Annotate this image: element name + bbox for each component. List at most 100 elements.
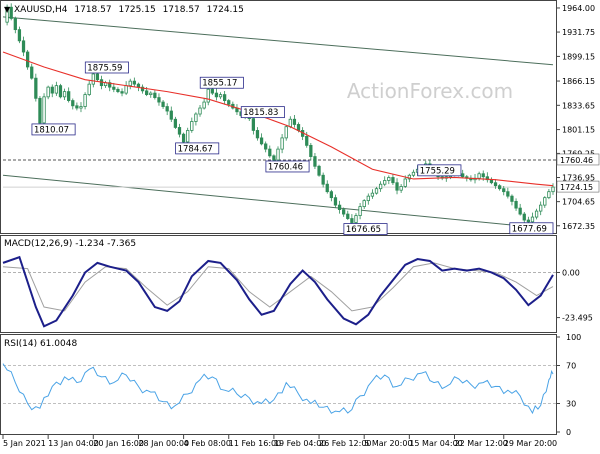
candle-body: [530, 216, 535, 223]
chart-svg: ActionForex.com 1810.07 1875.59 1784.67 185…: [0, 0, 600, 448]
candle-body: [9, 6, 13, 19]
candle-body: [264, 143, 268, 150]
candle-body: [210, 88, 214, 94]
candle-body: [79, 106, 83, 109]
candle-body: [489, 179, 494, 184]
rsi-axis-tick-label: 70: [566, 362, 576, 371]
candle-body: [539, 204, 543, 212]
level-label: 1810.07: [34, 125, 69, 135]
rsi-axis-tick-label: 100: [566, 333, 581, 342]
candle-body: [177, 127, 182, 135]
candle-body: [214, 92, 219, 98]
symbol-header: XAUUSD,H4 1718.57 1725.15 1718.57 1724.1…: [14, 5, 244, 15]
candle-body: [190, 121, 194, 131]
candle-body: [95, 73, 100, 81]
price-axis-tick-label: 1672.35: [562, 222, 595, 231]
candle-body: [87, 83, 91, 95]
candle-body: [391, 177, 395, 184]
level-label: 1760.46: [268, 162, 303, 172]
candle-body: [157, 97, 161, 103]
candle-body: [350, 218, 354, 223]
candle-body: [481, 173, 485, 178]
candle-body: [259, 137, 264, 145]
candle-body: [399, 186, 403, 191]
x-axis-tick-label: 28 Jan 00:00: [138, 439, 189, 448]
x-axis-tick-label: 22 Mar 12:00: [454, 439, 507, 448]
level-label: 1784.67: [178, 144, 213, 154]
rsi-axis-tick-label: 0: [566, 428, 571, 437]
collapse-triangle-icon[interactable]: ▼: [4, 5, 11, 14]
candle-body: [153, 92, 157, 98]
candle-body: [543, 197, 547, 206]
candle-body: [67, 91, 71, 101]
watermark: ActionForex.com: [347, 79, 513, 103]
candle-body: [218, 94, 223, 98]
candle-body: [75, 105, 79, 109]
candle-body: [354, 215, 358, 223]
candle-body: [337, 204, 342, 210]
level-label: 1755.29: [420, 166, 455, 176]
candle-body: [38, 97, 42, 124]
candle-body: [383, 180, 387, 185]
channel-lower-line: [2, 174, 554, 230]
price-axis-tick-label: 1931.75: [562, 28, 595, 37]
candle-body: [206, 88, 210, 103]
candle-body: [161, 101, 165, 107]
candle-body: [13, 18, 17, 31]
candle-body: [411, 171, 416, 176]
rsi-layer: [2, 363, 556, 415]
candle-body: [387, 177, 391, 181]
candle-body: [165, 106, 169, 112]
candle-body: [149, 92, 153, 95]
level-label: 1855.17: [202, 79, 237, 89]
candle-body: [514, 200, 518, 209]
x-axis-tick-label: 5 Mar 20:00: [364, 439, 412, 448]
candle-body: [58, 85, 63, 98]
level-label: 1677.69: [512, 224, 547, 234]
x-axis-tick-label: 4 Feb 08:00: [184, 439, 231, 448]
candle-body: [112, 86, 116, 90]
candle-body: [280, 137, 284, 150]
candle-body: [169, 110, 173, 120]
candle-body: [403, 178, 407, 187]
candle-body: [547, 191, 551, 199]
candle-body: [358, 206, 362, 216]
candle-body: [186, 130, 190, 143]
rsi-panel-frame: [0, 334, 557, 435]
last-price-tag-label: 1724.15: [560, 183, 593, 192]
candle-body: [71, 100, 75, 107]
candle-body: [395, 182, 399, 191]
candle-body: [461, 173, 465, 178]
channel-upper-line: [2, 16, 554, 66]
candle-body: [227, 100, 231, 105]
price-axis-tick-label: 1833.65: [562, 101, 595, 110]
candle-body: [333, 197, 338, 206]
candle-body: [329, 191, 333, 199]
candle-body: [251, 118, 256, 131]
level-label: 1875.59: [87, 63, 122, 73]
candle-body: [296, 124, 301, 131]
x-axis-tick-label: 20 Jan 16:00: [93, 439, 144, 448]
candle-body: [284, 126, 288, 139]
candle-body: [202, 101, 206, 109]
price-axis-tick-label: 1964.00: [562, 4, 595, 13]
candle-body: [366, 195, 370, 202]
candle-body: [288, 118, 292, 128]
price-axis-tick-label: 1866.15: [562, 77, 595, 86]
candle-body: [342, 209, 346, 215]
candle-body: [346, 213, 350, 219]
candle-body: [313, 156, 317, 167]
candle-body: [493, 182, 498, 187]
ohlc-low: 1718.57: [163, 5, 200, 15]
candle-body: [510, 195, 514, 202]
macd-header: MACD(12,26,9) -1.234 -7.365: [4, 239, 136, 249]
chart-area: ActionForex.com 1810.07 1875.59 1784.67 185…: [0, 0, 600, 450]
candle-body: [268, 148, 272, 157]
candle-body: [506, 191, 510, 197]
candle-body: [309, 144, 313, 157]
candle-body: [124, 85, 128, 94]
candle-body: [181, 133, 186, 143]
candle-body: [136, 83, 141, 88]
ohlc-high: 1725.15: [118, 5, 155, 15]
candle-body: [305, 136, 309, 146]
